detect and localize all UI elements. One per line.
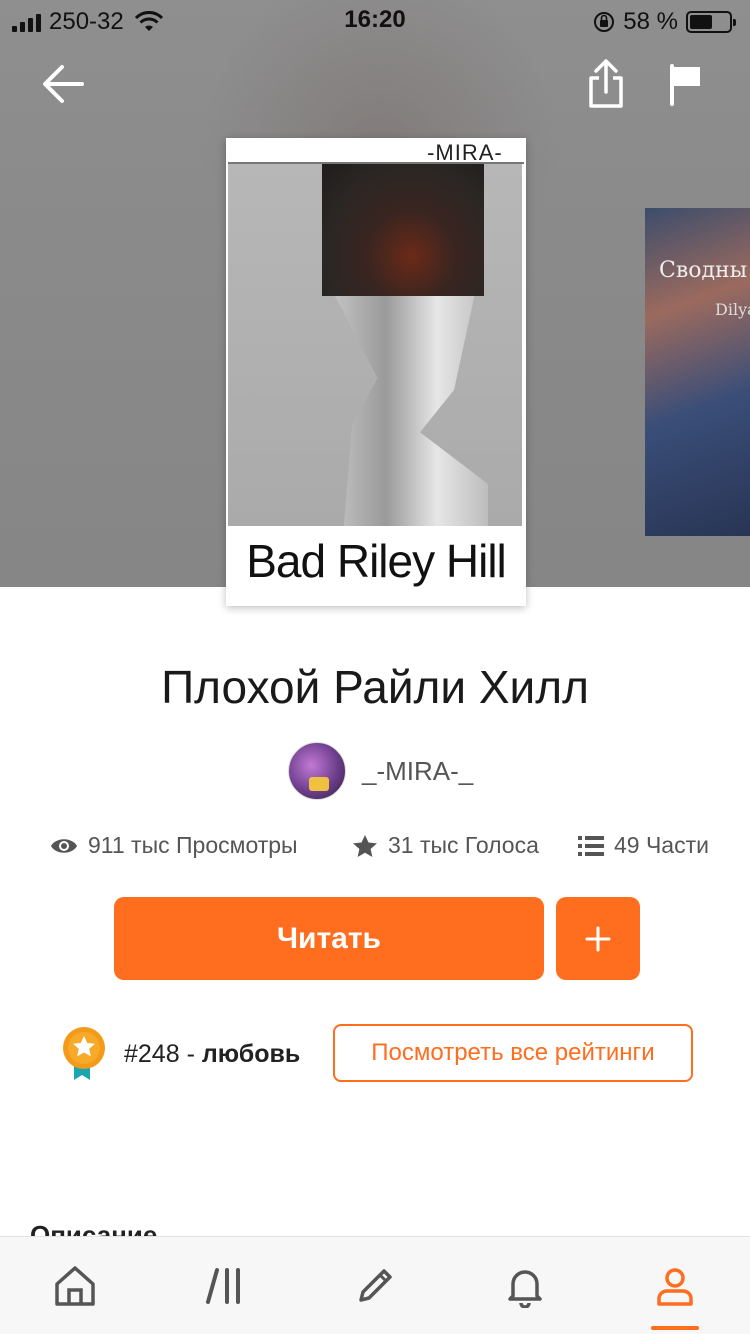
book-stats: 911 тыс Просмотры 31 тыс Голоса 49 Части [0,832,750,866]
author-name[interactable]: _-MIRA-_ [362,756,473,787]
cover-volcano-image [322,164,484,296]
cover-photo [228,164,522,526]
library-icon [206,1268,240,1304]
next-book-cover[interactable]: Сводны Dilya [645,208,750,536]
next-cover-subtitle: Dilya [715,300,750,319]
share-icon [589,59,623,108]
bottom-tab-bar [0,1236,750,1334]
ranking-label: #248 - любовь [124,1040,300,1069]
views-stat: 911 тыс Просмотры [50,832,298,859]
votes-stat: 31 тыс Голоса [352,832,539,859]
profile-icon [657,1268,693,1306]
cover-title-text: Bad Riley Hill [246,535,507,587]
description-heading: Описание [30,1220,158,1236]
report-button[interactable] [668,62,704,111]
parts-count: 49 Части [614,832,709,858]
book-title: Плохой Райли Хилл [161,661,589,713]
status-bar: 250-32 16:20 58 % [0,0,750,40]
tab-library[interactable] [150,1237,300,1334]
view-all-rankings-button[interactable]: Посмотреть все рейтинги [333,1024,693,1082]
ranking-row: #248 - любовь [62,1026,300,1082]
book-cover[interactable]: _-MIRA-_ Bad Riley Hill [226,138,526,606]
battery-percent: 58 % [623,8,678,35]
back-arrow-icon [43,65,84,103]
next-cover-title: Сводны [659,258,748,283]
flag-icon [670,64,700,106]
ranking-tag: любовь [201,1039,301,1068]
tab-profile[interactable] [600,1237,750,1334]
back-button[interactable] [40,62,86,111]
plus-icon [585,926,611,951]
ranking-separator: - [179,1039,202,1068]
eye-icon [51,838,77,853]
share-button[interactable] [586,58,626,115]
add-to-library-button[interactable] [556,897,640,980]
tab-write[interactable] [300,1237,450,1334]
cover-figure [335,296,488,526]
tab-notifications[interactable] [450,1237,600,1334]
ranking-number: #248 [124,1039,180,1068]
write-icon [359,1269,392,1302]
parts-stat: 49 Части [578,832,709,859]
read-button[interactable]: Читать [114,897,544,980]
votes-count: 31 тыс Голоса [388,832,539,858]
award-badge-icon [63,1027,105,1080]
author-avatar[interactable] [288,742,346,800]
home-icon [55,1266,95,1306]
status-right: 58 % [593,8,736,36]
views-count: 911 тыс Просмотры [88,832,298,858]
battery-icon [686,11,736,33]
tab-home[interactable] [0,1237,150,1334]
notifications-icon [508,1270,542,1308]
orientation-lock-icon [594,12,615,32]
active-tab-indicator [651,1326,699,1330]
star-icon [353,834,377,857]
author-link[interactable]: _-MIRA-_ [288,742,473,800]
list-icon [578,835,604,856]
